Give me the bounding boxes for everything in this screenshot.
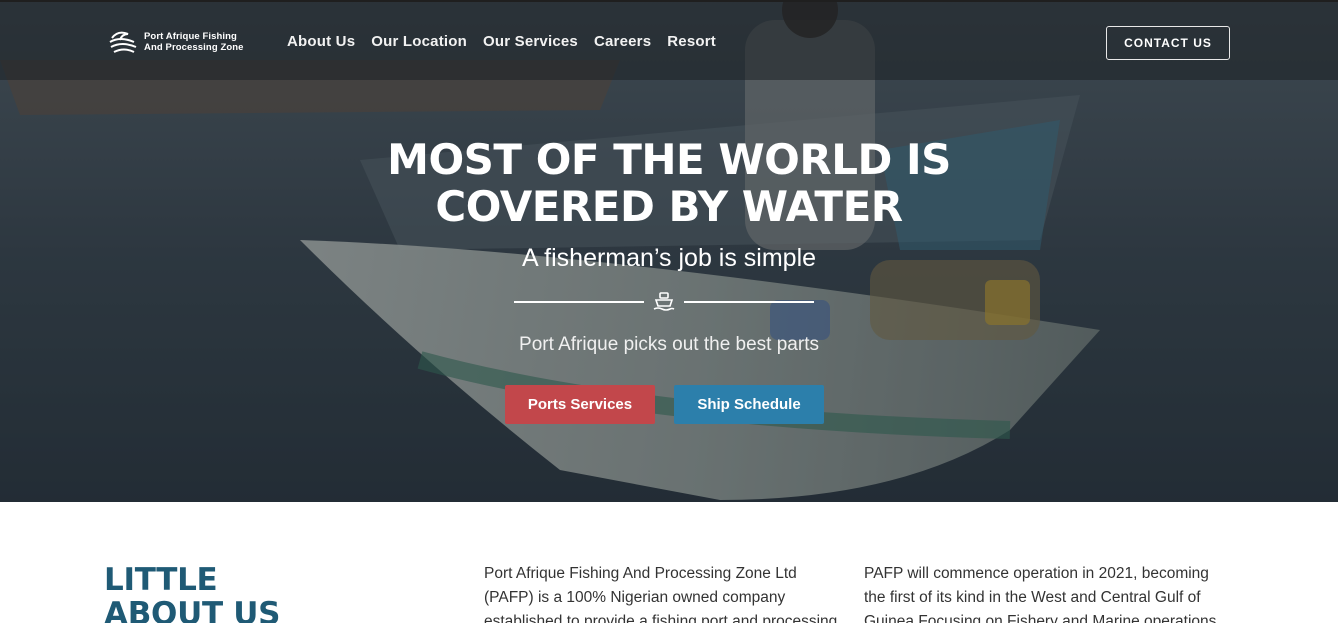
- about-title-line-2: ABOUT US: [104, 596, 281, 623]
- divider-line-right: [684, 301, 814, 303]
- hero-section: Port Afrique Fishing And Processing Zone…: [0, 0, 1338, 502]
- hero-title-line-2: COVERED BY WATER: [435, 182, 903, 231]
- about-text-column-2: PAFP will commence operation in 2021, be…: [864, 565, 1217, 623]
- nav-about-us[interactable]: About Us: [287, 33, 355, 50]
- logo-line-2: And Processing Zone: [144, 42, 244, 53]
- logo-line-1: Port Afrique Fishing: [144, 31, 237, 42]
- about-text-column-1: Port Afrique Fishing And Processing Zone…: [484, 565, 838, 623]
- nav-resort[interactable]: Resort: [667, 33, 716, 50]
- hero-divider: [514, 292, 814, 312]
- nav-careers[interactable]: Careers: [594, 33, 651, 50]
- top-navbar: Port Afrique Fishing And Processing Zone…: [0, 0, 1338, 80]
- ship-icon: [653, 292, 675, 311]
- about-title-line-1: LITTLE: [104, 562, 218, 598]
- logo-text: Port Afrique Fishing And Processing Zone: [144, 31, 244, 53]
- hero-title: MOST OF THE WORLD IS COVERED BY WATER: [0, 136, 1338, 230]
- hero-tagline: Port Afrique picks out the best parts: [519, 334, 819, 355]
- contact-us-button[interactable]: CONTACT US: [1106, 26, 1230, 60]
- hero-subtitle: A fisherman’s job is simple: [521, 244, 817, 272]
- ports-services-button[interactable]: Ports Services: [505, 385, 655, 424]
- divider-line-left: [514, 301, 644, 303]
- site-logo[interactable]: Port Afrique Fishing And Processing Zone: [108, 28, 244, 56]
- nav-our-services[interactable]: Our Services: [483, 33, 578, 50]
- ship-schedule-button[interactable]: Ship Schedule: [674, 385, 824, 424]
- hero-title-line-1: MOST OF THE WORLD IS: [387, 135, 951, 184]
- about-title: LITTLE ABOUT US: [104, 563, 280, 623]
- wave-logo-icon: [109, 31, 137, 53]
- nav-our-location[interactable]: Our Location: [371, 33, 467, 50]
- main-nav: About Us Our Location Our Services Caree…: [287, 33, 716, 50]
